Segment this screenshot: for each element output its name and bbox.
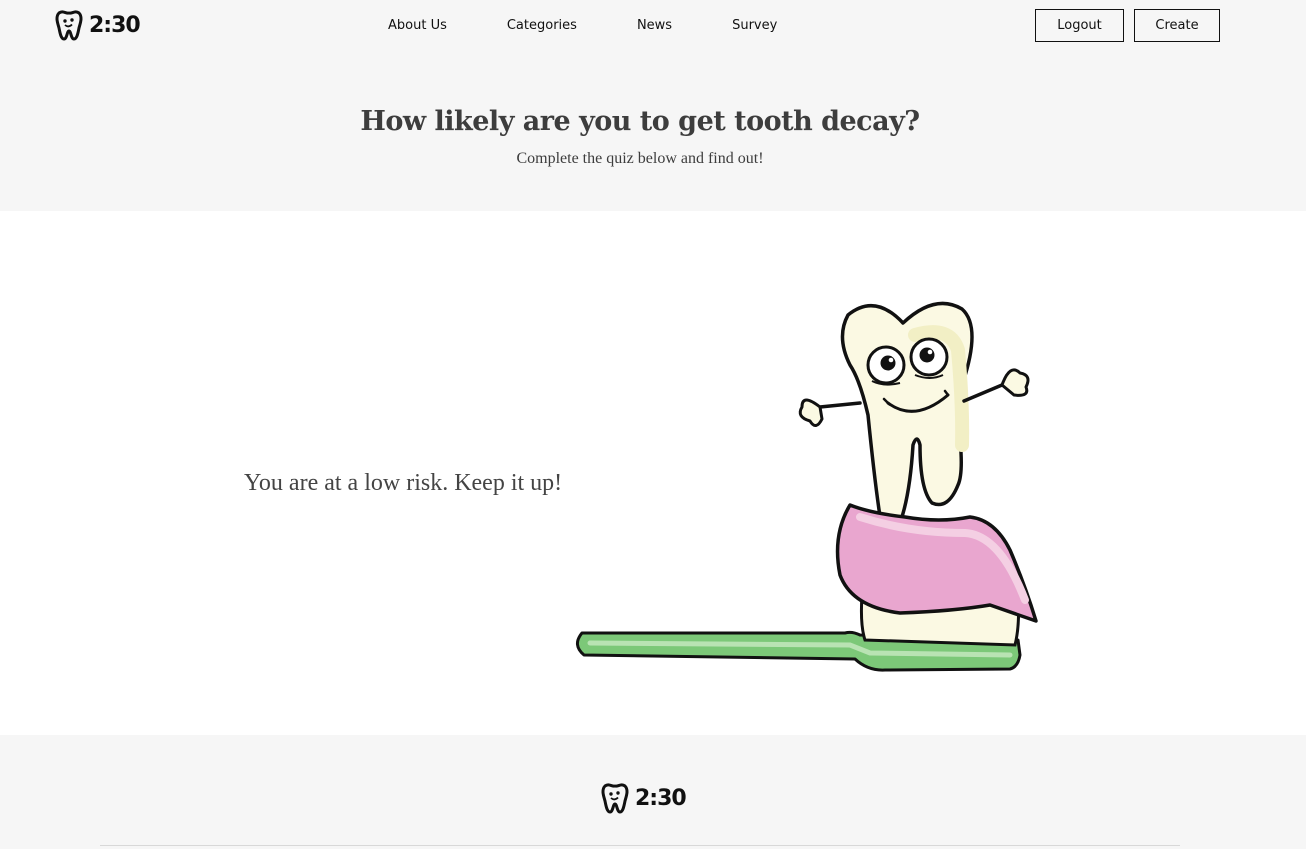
nav-categories[interactable]: Categories [507,18,577,33]
nav-survey[interactable]: Survey [732,18,777,33]
tooth-icon [55,10,83,41]
footer-logo-text: 2:30 [635,786,687,811]
site-logo[interactable]: 2:30 [55,10,141,41]
footer-logo[interactable]: 2:30 [601,783,687,814]
site-footer: 2:30 [0,735,1306,849]
tooth-icon [601,783,629,814]
nav-about-us[interactable]: About Us [388,18,447,33]
result-message: You are at a low risk. Keep it up! [244,470,563,496]
main-nav: About Us Categories News Survey [388,18,837,33]
page-title: How likely are you to get tooth decay? [360,106,920,137]
nav-news[interactable]: News [637,18,672,33]
page-subtitle: Complete the quiz below and find out! [516,150,764,167]
site-header: 2:30 About Us Categories News Survey Log… [0,0,1306,211]
footer-divider [100,845,1180,846]
create-button[interactable]: Create [1134,9,1220,42]
logo-text: 2:30 [89,13,141,38]
happy-tooth-illustration [576,301,1038,672]
logout-button[interactable]: Logout [1035,9,1124,42]
